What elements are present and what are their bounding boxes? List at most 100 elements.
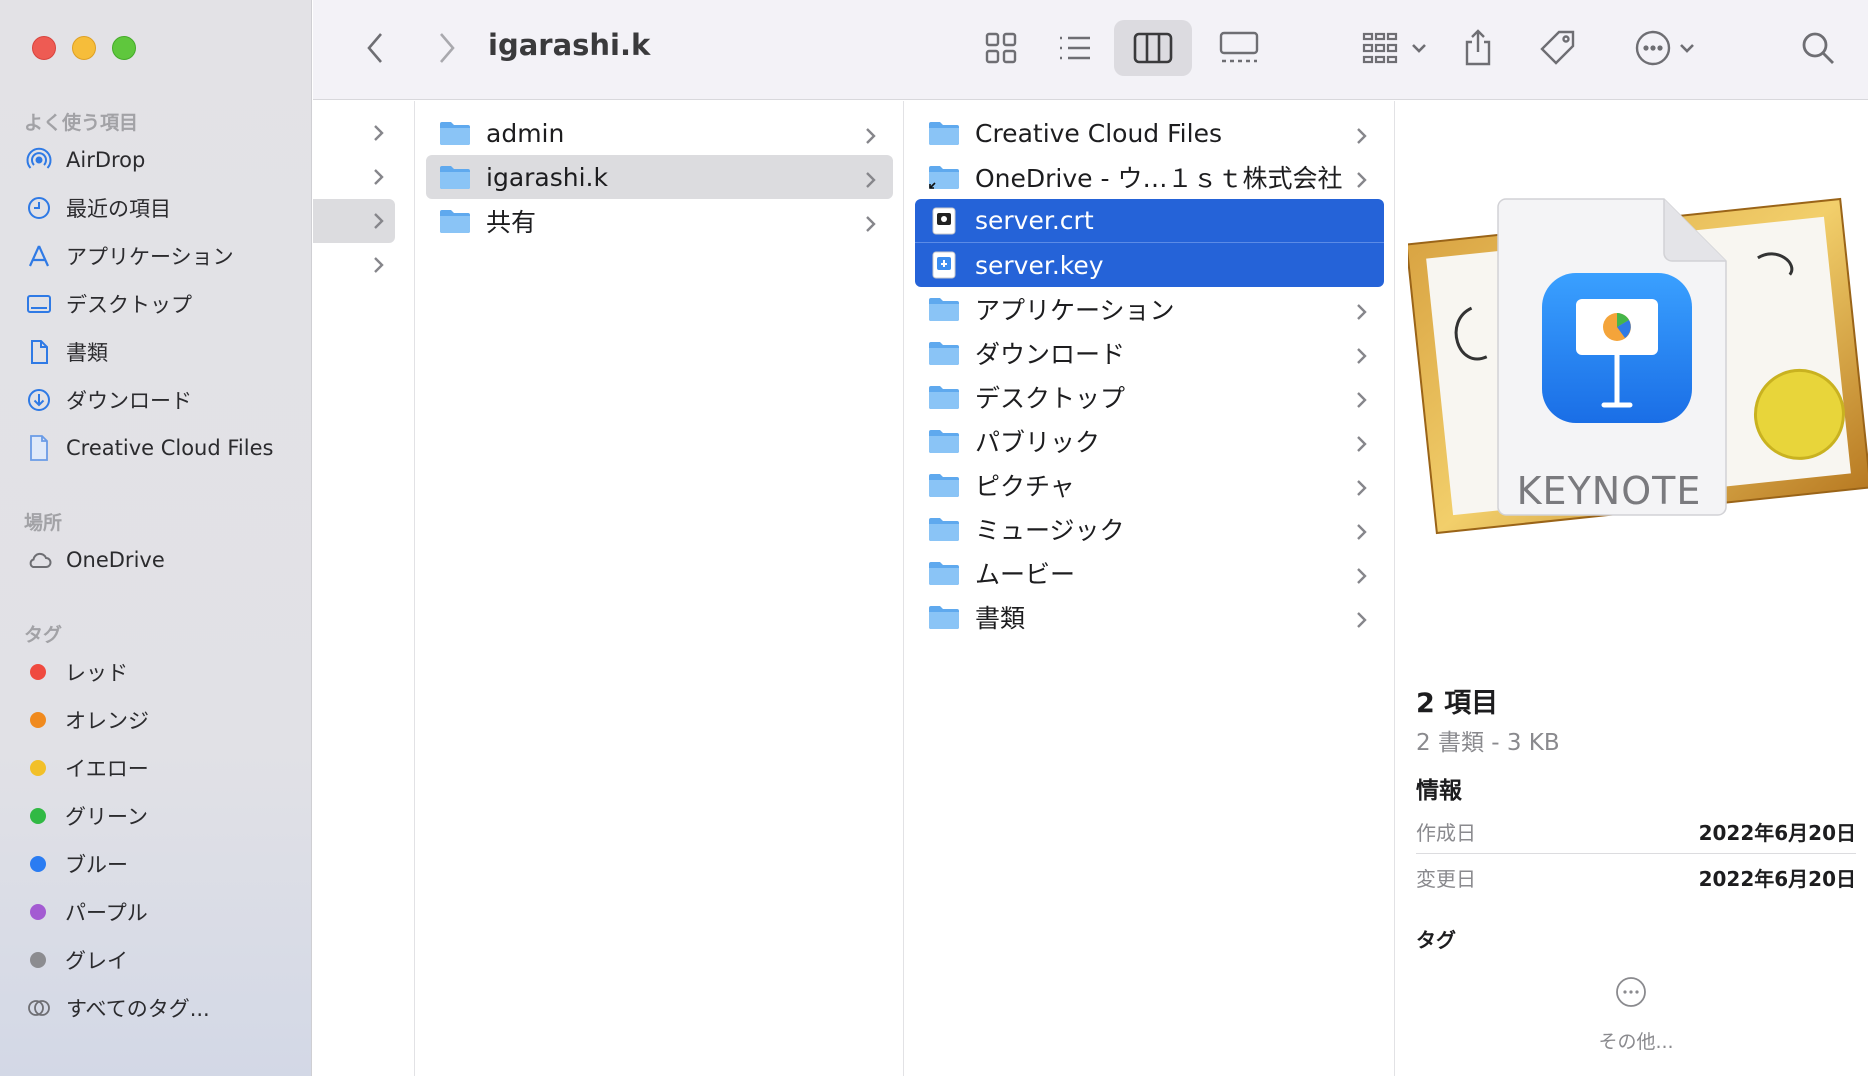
sidebar-item-label: AirDrop — [66, 148, 146, 172]
list-item[interactable]: パブリック — [915, 419, 1384, 463]
folder-icon — [438, 206, 472, 236]
sidebar-item-tag-yellow[interactable]: イエロー — [24, 746, 294, 790]
gallery-view-button[interactable] — [1206, 20, 1272, 76]
list-item[interactable]: admin — [426, 111, 893, 155]
list-item[interactable]: ピクチャ — [915, 463, 1384, 507]
column-2[interactable]: admin igarashi.k 共有 — [416, 101, 904, 1076]
more-button[interactable]: その他... — [1581, 1027, 1691, 1054]
chevron-right-icon — [1354, 519, 1374, 540]
list-item[interactable]: ミュージック — [915, 507, 1384, 551]
toolbar: igarashi.k — [313, 0, 1868, 100]
list-view-button[interactable] — [1045, 20, 1105, 76]
chevron-down-icon — [1412, 44, 1426, 53]
search-button[interactable] — [1793, 20, 1843, 76]
tag-color-dot — [30, 952, 46, 968]
folder-icon — [927, 514, 961, 544]
forward-button[interactable] — [425, 20, 469, 76]
modified-label: 変更日 — [1416, 866, 1476, 891]
column-view-button[interactable] — [1114, 20, 1192, 76]
window-title: igarashi.k — [488, 28, 651, 62]
chevron-down-icon — [1680, 44, 1694, 53]
chevron-right-icon — [863, 123, 883, 144]
item-name: パブリック — [975, 428, 1101, 457]
more-circle-icon[interactable] — [1614, 975, 1648, 1009]
tag-icon — [1540, 30, 1575, 65]
sidebar-item-airdrop[interactable]: AirDrop — [24, 138, 294, 182]
airdrop-icon — [24, 145, 54, 175]
list-item[interactable]: server.crt — [915, 199, 1384, 243]
sidebar-item-downloads[interactable]: ダウンロード — [24, 378, 294, 422]
item-name: server.key — [975, 250, 1104, 280]
back-button[interactable] — [353, 20, 397, 76]
sidebar-item-tag-gray[interactable]: グレイ — [24, 938, 294, 982]
list-item[interactable]: Creative Cloud Files — [915, 111, 1384, 155]
preview-subtitle: 2 書類 - 3 KB — [1416, 730, 1560, 756]
clock-icon — [24, 193, 54, 223]
folder-icon — [927, 382, 961, 412]
close-window-button[interactable] — [32, 36, 56, 60]
item-name: 共有 — [486, 208, 537, 237]
list-item[interactable]: 共有 — [426, 199, 893, 243]
folder-icon — [927, 470, 961, 500]
sidebar-item-tag-blue[interactable]: ブルー — [24, 842, 294, 886]
sidebar-item-documents[interactable]: 書類 — [24, 330, 294, 374]
sidebar-item-all-tags[interactable]: すべてのタグ... — [24, 986, 294, 1030]
chevron-right-icon — [863, 211, 883, 232]
sidebar-item-recents[interactable]: 最近の項目 — [24, 186, 294, 230]
chevron-right-icon — [1354, 167, 1374, 188]
sidebar-item-label: 書類 — [66, 341, 108, 365]
window-controls — [32, 36, 136, 60]
tags-header: タグ — [1416, 928, 1456, 952]
created-value: 2022年6月20日 — [1698, 820, 1856, 845]
chevron-right-icon — [1354, 123, 1374, 144]
item-name: server.crt — [975, 206, 1094, 235]
list-item[interactable]: ムービー — [915, 551, 1384, 595]
modified-value: 2022年6月20日 — [1698, 866, 1856, 891]
sidebar-item-tag-green[interactable]: グリーン — [24, 794, 294, 838]
group-menu-button[interactable] — [1355, 20, 1435, 76]
modified-row: 変更日 2022年6月20日 — [1416, 855, 1856, 899]
list-item[interactable]: 書類 — [915, 595, 1384, 639]
preview-title: 2 項目 — [1416, 688, 1499, 719]
locations-header: 場所 — [24, 512, 63, 534]
sidebar-item-onedrive[interactable]: OneDrive — [24, 538, 294, 582]
list-item[interactable] — [313, 111, 395, 155]
info-header: 情報 — [1416, 778, 1462, 804]
sidebar-item-tag-purple[interactable]: パープル — [24, 890, 294, 934]
applications-icon — [24, 241, 54, 271]
sidebar-item-label: アプリケーション — [66, 245, 234, 269]
sidebar-item-tag-red[interactable]: レッド — [24, 650, 294, 694]
sidebar-item-label: 最近の項目 — [66, 197, 171, 221]
share-button[interactable] — [1453, 20, 1503, 76]
zoom-window-button[interactable] — [112, 36, 136, 60]
tag-color-dot — [30, 808, 46, 824]
tag-color-dot — [30, 664, 46, 680]
more-actions-button[interactable] — [1625, 20, 1705, 76]
list-item[interactable] — [313, 243, 395, 287]
sidebar-item-desktop[interactable]: デスクトップ — [24, 282, 294, 326]
list-item[interactable]: igarashi.k — [426, 155, 893, 199]
column-1[interactable] — [313, 101, 415, 1076]
list-item[interactable]: OneDrive - ウ…１ｓｔ株式会社 — [915, 155, 1384, 199]
list-item[interactable]: デスクトップ — [915, 375, 1384, 419]
list-item[interactable]: ダウンロード — [915, 331, 1384, 375]
group-icon — [1362, 32, 1398, 64]
list-item-selected[interactable] — [313, 199, 395, 243]
sidebar-item-label: デスクトップ — [66, 293, 192, 317]
item-name: Creative Cloud Files — [975, 118, 1222, 148]
sidebar-item-applications[interactable]: アプリケーション — [24, 234, 294, 278]
column-3[interactable]: Creative Cloud Files OneDrive - ウ…１ｓｔ株式会社… — [905, 101, 1395, 1076]
sidebar-item-tag-orange[interactable]: オレンジ — [24, 698, 294, 742]
share-icon — [1465, 29, 1491, 66]
tag-button[interactable] — [1531, 20, 1585, 76]
sidebar-item-label: レッド — [65, 661, 128, 685]
list-item[interactable]: アプリケーション — [915, 287, 1384, 331]
icon-view-button[interactable] — [971, 20, 1031, 76]
list-item[interactable]: server.key — [915, 243, 1384, 287]
minimize-window-button[interactable] — [72, 36, 96, 60]
desktop-icon — [24, 289, 54, 319]
list-item[interactable] — [313, 155, 395, 199]
item-name: デスクトップ — [975, 384, 1126, 413]
folder-icon — [927, 294, 961, 324]
sidebar-item-creative-cloud-files[interactable]: Creative Cloud Files — [24, 426, 294, 470]
